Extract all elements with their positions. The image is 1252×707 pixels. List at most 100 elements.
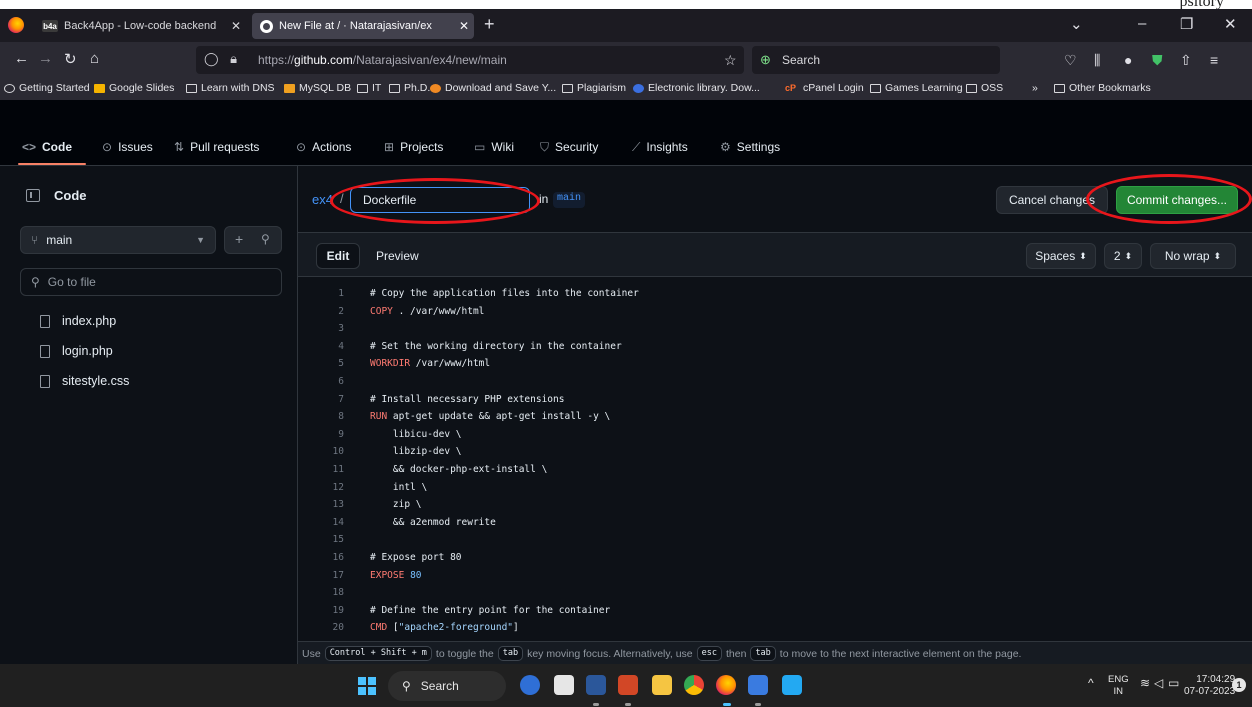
code-line[interactable]: 20 CMD ["apache2-foreground"] <box>298 619 1252 637</box>
notepad-icon[interactable] <box>748 675 768 695</box>
windows-start-icon[interactable] <box>358 677 376 695</box>
bookmark-item[interactable]: cP cPanel Login <box>785 82 864 94</box>
code-line[interactable]: 1 # Copy the application files into the c… <box>298 285 1252 303</box>
code-line[interactable]: 6 <box>298 373 1252 391</box>
file-explorer-icon[interactable] <box>652 675 672 695</box>
go-to-file-input[interactable]: ⚲ Go to file <box>20 268 282 296</box>
code-line[interactable]: 11 && docker-php-ext-install \ <box>298 461 1252 479</box>
tab-new-file[interactable]: New File at / · Natarajasivan/ex ✕ <box>252 13 474 39</box>
library-icon[interactable]: ⫼ <box>1094 52 1100 69</box>
url-text[interactable]: https://github.com/Natarajasivan/ex4/new… <box>258 53 507 67</box>
tab-code[interactable]: <> Code <box>22 140 72 154</box>
list-tabs-icon[interactable]: ⌄ <box>1070 15 1083 33</box>
code-line[interactable]: 18 <box>298 584 1252 602</box>
code-line[interactable]: 12 intl \ <box>298 479 1252 497</box>
close-window-icon[interactable]: ✕ <box>1224 15 1237 33</box>
vscode-icon[interactable] <box>782 675 802 695</box>
code-line[interactable]: 7 # Install necessary PHP extensions <box>298 391 1252 409</box>
tab-projects[interactable]: ⊞ Projects <box>384 140 443 154</box>
pocket-icon[interactable]: ♡ <box>1064 52 1077 69</box>
forward-icon[interactable]: → <box>38 50 53 67</box>
bookmark-item[interactable]: OSS <box>966 82 1003 94</box>
tab-pull-requests[interactable]: ⇅ Pull requests <box>174 140 259 154</box>
firefox-icon[interactable] <box>716 675 736 695</box>
code-area[interactable]: 1 # Copy the application files into the c… <box>298 277 1252 641</box>
bookmark-item[interactable]: Getting Started <box>4 82 90 94</box>
close-tab-icon[interactable]: ✕ <box>454 19 474 33</box>
tab-security[interactable]: ⛉ Security <box>540 140 598 155</box>
wifi-icon[interactable]: ≋ <box>1140 676 1150 690</box>
tab-actions[interactable]: ⊙ Actions <box>296 140 351 154</box>
code-line[interactable]: 15 <box>298 531 1252 549</box>
new-tab-button[interactable]: + <box>484 14 495 35</box>
share-icon[interactable]: ⇧ <box>1180 52 1192 69</box>
bookmark-item[interactable]: Google Slides <box>94 82 174 94</box>
code-line[interactable]: 3 <box>298 320 1252 338</box>
extension-shield-icon[interactable]: ⛊ <box>1152 52 1163 69</box>
bookmark-item[interactable]: Download and Save Y... <box>430 82 556 94</box>
wrap-mode-select[interactable]: No wrap ⬍ <box>1150 243 1236 269</box>
bookmark-item[interactable]: Ph.D. <box>389 82 430 94</box>
code-line[interactable]: 4 # Set the working directory in the cont… <box>298 338 1252 356</box>
code-line[interactable]: 17 EXPOSE 80 <box>298 567 1252 585</box>
bookmark-item[interactable]: Electronic library. Dow... <box>633 82 760 94</box>
code-line[interactable]: 9 libicu-dev \ <box>298 426 1252 444</box>
search-icon[interactable]: ⚲ <box>261 232 270 246</box>
file-item[interactable]: sitestyle.css <box>40 374 129 388</box>
file-item[interactable]: login.php <box>40 344 113 358</box>
home-icon[interactable]: ⌂ <box>90 50 99 67</box>
branch-selector[interactable]: ⑂ main ▼ <box>20 226 216 254</box>
bookmark-item[interactable]: Other Bookmarks <box>1054 82 1151 94</box>
bookmark-star-icon[interactable]: ☆ <box>724 52 737 69</box>
bookmark-item[interactable]: MySQL DB <box>284 82 351 94</box>
app-icon-window[interactable] <box>554 675 574 695</box>
language-indicator[interactable]: ENG IN <box>1108 674 1129 698</box>
chrome-icon[interactable] <box>684 675 704 695</box>
tab-issues[interactable]: ⊙ Issues <box>102 140 153 154</box>
tab-wiki[interactable]: ▭ Wiki <box>474 140 514 154</box>
indent-size-select[interactable]: 2 ⬍ <box>1104 243 1142 269</box>
search-bar[interactable]: ⊕ Search <box>752 46 1000 74</box>
code-line[interactable]: 16 # Expose port 80 <box>298 549 1252 567</box>
volume-icon[interactable]: ◁ <box>1154 676 1163 690</box>
maximize-icon[interactable]: ❐ <box>1180 15 1193 33</box>
site-security-icons[interactable]: ◯ 🔒︎ <box>204 51 241 67</box>
word-icon[interactable] <box>586 675 606 695</box>
profile-icon[interactable]: ● <box>1124 52 1132 68</box>
add-file-icon[interactable]: + <box>235 231 243 247</box>
tab-preview[interactable]: Preview <box>376 249 419 263</box>
bookmark-item[interactable]: Plagiarism <box>562 82 626 94</box>
code-line[interactable]: 19 # Define the entry point for the conta… <box>298 602 1252 620</box>
tab-back4app[interactable]: b4a Back4App - Low-code backend ✕ <box>34 13 246 39</box>
battery-icon[interactable]: ▭ <box>1168 676 1179 690</box>
notification-badge[interactable]: 1 <box>1232 678 1246 692</box>
address-bar[interactable]: ◯ 🔒︎ https://github.com/Natarajasivan/ex… <box>196 46 744 74</box>
clock[interactable]: 17:04:29 07-07-2023 <box>1184 674 1235 698</box>
menu-icon[interactable]: ≡ <box>1210 52 1218 68</box>
tab-insights[interactable]: ⟋ Insights <box>632 140 688 155</box>
code-line[interactable]: 13 zip \ <box>298 496 1252 514</box>
firefox-icon[interactable] <box>8 17 24 33</box>
code-line[interactable]: 14 && a2enmod rewrite <box>298 514 1252 532</box>
tab-edit[interactable]: Edit <box>316 243 360 269</box>
code-line[interactable]: 10 libzip-dev \ <box>298 443 1252 461</box>
bookmark-item[interactable]: Learn with DNS <box>186 82 275 94</box>
reload-icon[interactable]: ↻ <box>64 50 77 68</box>
code-line[interactable]: 8 RUN apt-get update && apt-get install -… <box>298 408 1252 426</box>
bookmark-item[interactable]: IT <box>357 82 381 94</box>
taskbar-search[interactable]: ⚲ Search <box>388 671 506 701</box>
bookmark-item[interactable]: Games Learning <box>870 82 963 94</box>
collapse-panel-icon[interactable] <box>26 189 40 202</box>
bookmarks-overflow-icon[interactable]: » <box>1032 82 1038 94</box>
chevron-up-icon[interactable]: ^ <box>1088 676 1094 690</box>
indent-mode-select[interactable]: Spaces ⬍ <box>1026 243 1096 269</box>
back-icon[interactable]: ← <box>14 50 29 67</box>
code-line[interactable]: 2 COPY . /var/www/html <box>298 303 1252 321</box>
minimize-icon[interactable]: – <box>1138 15 1146 32</box>
powerpoint-icon[interactable] <box>618 675 638 695</box>
tab-settings[interactable]: ⚙ Settings <box>720 140 780 154</box>
file-item[interactable]: index.php <box>40 314 116 328</box>
code-line[interactable]: 5 WORKDIR /var/www/html <box>298 355 1252 373</box>
app-icon-b[interactable] <box>520 675 540 695</box>
close-tab-icon[interactable]: ✕ <box>226 19 246 33</box>
